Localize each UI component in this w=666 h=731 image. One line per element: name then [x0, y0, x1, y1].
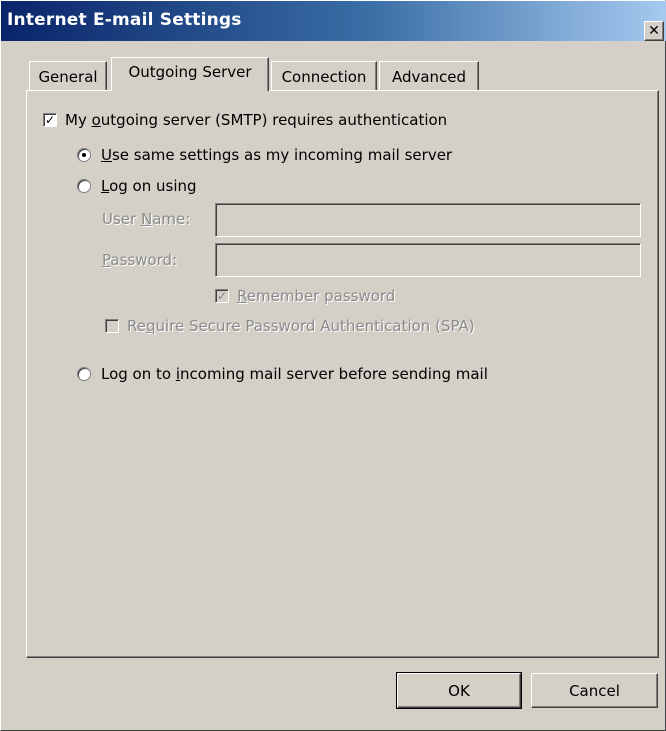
ok-button-label: OK: [448, 681, 470, 700]
log-on-using-row[interactable]: Log on using: [77, 177, 197, 195]
log-on-using-label: Log on using: [101, 177, 197, 195]
password-input[interactable]: [215, 243, 641, 277]
close-icon: ✕: [648, 23, 660, 39]
checkmark-icon: ✓: [216, 289, 228, 303]
cancel-button-label: Cancel: [569, 681, 620, 700]
remember-password-checkbox[interactable]: ✓: [215, 289, 229, 303]
requires-auth-row[interactable]: ✓ My outgoing server (SMTP) requires aut…: [43, 111, 447, 129]
tab-general[interactable]: General: [29, 61, 107, 91]
require-spa-label: Require Secure Password Authentication (…: [127, 317, 475, 335]
tab-general-label: General: [38, 68, 98, 86]
log-on-using-radio[interactable]: [77, 179, 91, 193]
checkmark-icon: ✓: [44, 113, 56, 127]
user-name-input[interactable]: [215, 203, 641, 237]
remember-password-label: Remember password: [237, 287, 396, 305]
tab-outgoing-server[interactable]: Outgoing Server: [111, 57, 269, 91]
tab-advanced[interactable]: Advanced: [379, 61, 479, 91]
title-bar[interactable]: Internet E-mail Settings ✕: [1, 1, 666, 41]
same-settings-label: Use same settings as my incoming mail se…: [101, 146, 453, 164]
close-button[interactable]: ✕: [644, 21, 664, 41]
tab-connection-label: Connection: [281, 68, 367, 86]
remember-password-row[interactable]: ✓ Remember password: [215, 287, 395, 305]
tab-advanced-label: Advanced: [391, 68, 467, 86]
log-on-incoming-radio[interactable]: [77, 367, 91, 381]
requires-auth-label: My outgoing server (SMTP) requires authe…: [65, 111, 448, 129]
require-spa-checkbox[interactable]: [105, 319, 119, 333]
password-label: Password:: [102, 251, 178, 269]
tab-outgoing-server-label: Outgoing Server: [128, 63, 252, 81]
same-settings-row[interactable]: Use same settings as my incoming mail se…: [77, 146, 452, 164]
ok-button[interactable]: OK: [396, 672, 522, 709]
same-settings-radio[interactable]: [77, 148, 91, 162]
requires-auth-checkbox[interactable]: ✓: [43, 113, 57, 127]
require-spa-row[interactable]: Require Secure Password Authentication (…: [105, 317, 475, 335]
log-on-incoming-label: Log on to incoming mail server before se…: [101, 365, 488, 383]
cancel-button[interactable]: Cancel: [531, 673, 658, 708]
window-title: Internet E-mail Settings: [7, 10, 242, 30]
user-name-label: User Name:: [102, 210, 191, 228]
log-on-incoming-row[interactable]: Log on to incoming mail server before se…: [77, 365, 488, 383]
dialog-window: Internet E-mail Settings ✕ General Outgo…: [0, 0, 666, 731]
tab-connection[interactable]: Connection: [271, 61, 377, 91]
